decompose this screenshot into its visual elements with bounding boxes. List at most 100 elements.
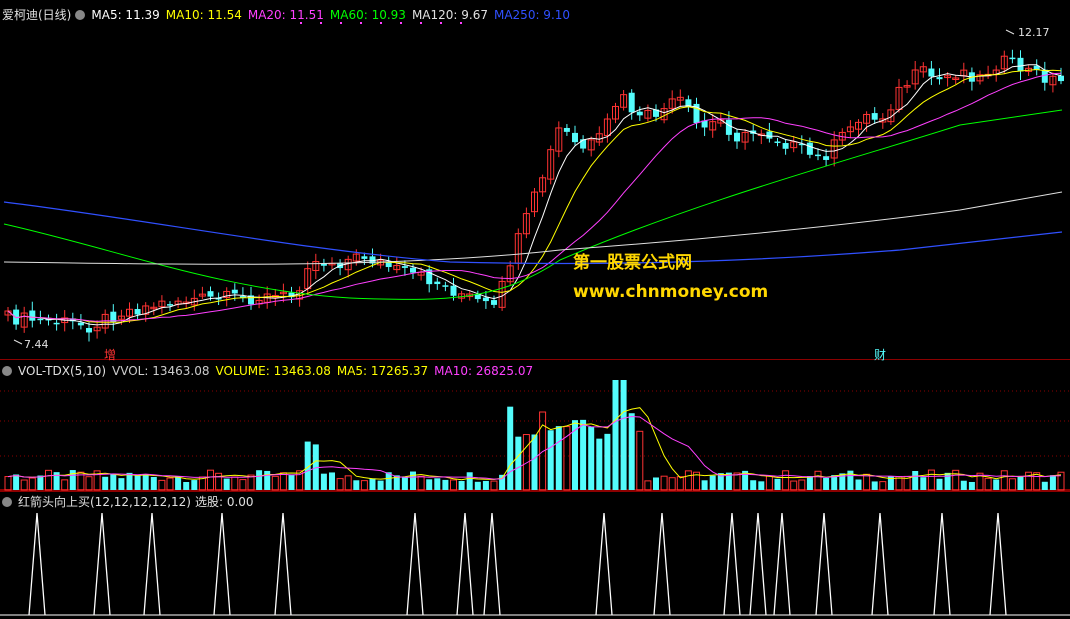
signal-spike [406, 512, 424, 616]
volume-indicator-name: VOL-TDX(5,10) [18, 364, 107, 378]
volume-bar [417, 475, 425, 491]
volume-bar [531, 434, 538, 490]
signal-settings-icon[interactable] [2, 497, 12, 507]
volume-bar [547, 430, 554, 490]
volume-bar [474, 481, 481, 490]
volume-bar [636, 430, 644, 491]
volume-chart[interactable] [0, 361, 1070, 491]
volume-bar [85, 476, 93, 491]
volume-bar [620, 380, 627, 490]
volume-settings-icon[interactable] [2, 366, 12, 376]
candle [29, 310, 36, 321]
volume-bar [588, 426, 595, 490]
volume-bar [879, 481, 887, 491]
volume-bar [126, 472, 133, 490]
ma60-line [3, 109, 1063, 300]
candle [782, 143, 789, 149]
signal-spike [749, 512, 767, 616]
volume-bar [434, 478, 441, 490]
volume-bar [1049, 475, 1056, 490]
price-chart[interactable] [0, 0, 1070, 360]
volume-panel-header: VOL-TDX(5,10) VVOL: 13463.08 VOLUME: 13463… [2, 363, 545, 379]
volume-bar [158, 479, 166, 491]
volume-bar [490, 480, 498, 491]
signal-spike [143, 512, 161, 616]
candle [806, 142, 813, 155]
signal-spike [483, 512, 501, 616]
volume-bar [701, 480, 708, 490]
signal-spike [989, 512, 1007, 616]
signal-chart[interactable] [0, 491, 1070, 619]
volume-bar [239, 479, 247, 491]
settings-gear-icon[interactable] [75, 10, 86, 20]
signal-indicator-name: 红箭头向上买(12,12,12,12,12) [18, 495, 191, 509]
volume-bar [110, 474, 117, 490]
candle [628, 92, 635, 113]
volume-bar [466, 472, 473, 490]
volume-bar [410, 471, 416, 490]
volume-bar [1000, 470, 1008, 491]
signal-spike [871, 512, 889, 616]
signal-spike [456, 512, 474, 616]
volume-bar [142, 474, 149, 490]
ma-label-5: MA250: 9.10 [493, 8, 571, 22]
candle [491, 300, 497, 305]
candle [1017, 57, 1024, 72]
candle [37, 318, 44, 321]
volume-bar [329, 472, 335, 490]
ma-label-1: MA10: 11.54 [165, 8, 242, 22]
volume-bar [782, 470, 790, 491]
volume-bar [927, 469, 935, 491]
candle [207, 291, 214, 297]
volume-bar [790, 480, 798, 491]
volume-bar [993, 479, 1000, 490]
candle [77, 322, 84, 326]
candle [725, 119, 732, 135]
signal-panel-header: 红箭头向上买(12,12,12,12,12) 选股: 0.00 [2, 494, 260, 510]
signal-spike [274, 512, 292, 616]
signal-spike [595, 512, 613, 616]
volume-bar [279, 472, 287, 491]
ma-label-2: MA20: 11.51 [247, 8, 324, 22]
candle [167, 304, 173, 306]
chart-window[interactable]: 爱柯迪(日线) MA5: 11.39 MA10: 11.54 MA20: 11.51 M… [0, 0, 1070, 619]
candle [563, 127, 570, 132]
volume-bar [61, 479, 69, 491]
signal-spike [933, 512, 951, 616]
volume-bar [223, 478, 230, 490]
volume-bar [377, 480, 384, 490]
candle [580, 139, 587, 149]
watermark-title: 第一股票公式网 [573, 253, 692, 273]
volume-bar [580, 419, 587, 490]
volume-bar [256, 470, 263, 490]
volume-bar [750, 480, 757, 490]
event-marker-cai[interactable]: 财 [874, 346, 886, 363]
volume-bar [207, 469, 214, 491]
volume-bar [442, 479, 449, 490]
volume-bar [28, 477, 36, 491]
volume-bar [45, 469, 52, 491]
volume-bar [733, 472, 741, 491]
volume-bar [920, 477, 927, 490]
volume-bar [912, 471, 919, 490]
volume-bar [660, 475, 668, 491]
candle [936, 77, 943, 80]
volume-bar [863, 473, 871, 491]
volume-bar [1041, 481, 1048, 490]
volume-bar [968, 481, 975, 490]
candle [766, 131, 773, 139]
signal-spike [773, 512, 791, 616]
volume-bar [134, 475, 141, 490]
volume-bar [183, 481, 190, 490]
candle [401, 266, 408, 268]
volume-bar [426, 479, 433, 490]
volume-bar [855, 479, 862, 490]
volume-bar [806, 476, 813, 490]
volume-bar [596, 438, 603, 490]
volume-bar [798, 479, 806, 491]
volume-bar [166, 477, 174, 491]
event-marker-zeng[interactable]: 增 [104, 346, 116, 363]
volume-bar [450, 479, 457, 491]
low-price-label: 7.44 [24, 338, 49, 351]
volume-bar [936, 478, 943, 490]
